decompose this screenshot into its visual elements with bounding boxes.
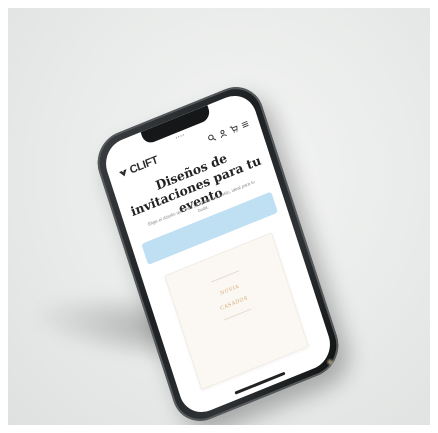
phone-screen: • • • • CLIFT Diseños de invitaciones pa… xyxy=(99,88,337,420)
light-flare xyxy=(326,358,334,366)
product-photo-scene: • • • • CLIFT Diseños de invitaciones pa… xyxy=(8,8,430,425)
cart-icon[interactable] xyxy=(229,124,239,135)
menu-icon[interactable] xyxy=(240,119,250,130)
user-icon[interactable] xyxy=(218,128,228,139)
card-divider-bottom xyxy=(223,308,252,321)
invitation-card-preview[interactable]: NOVIA CASADOS xyxy=(164,232,309,391)
smartphone-mockup: • • • • CLIFT Diseños de invitaciones pa… xyxy=(89,78,347,425)
search-icon[interactable] xyxy=(207,133,217,144)
logo-mark-icon xyxy=(119,169,127,177)
card-divider-top xyxy=(211,270,240,283)
